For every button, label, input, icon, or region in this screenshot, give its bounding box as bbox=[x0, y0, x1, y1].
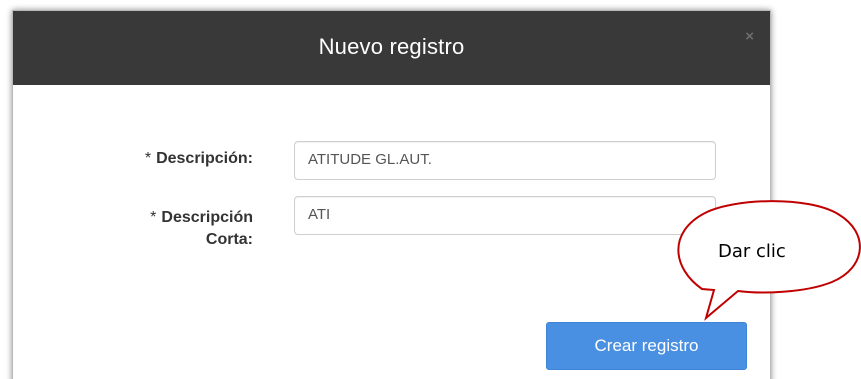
dialog-title: Nuevo registro bbox=[318, 34, 465, 59]
descripcion-corta-label-line1: * Descripción bbox=[150, 209, 253, 226]
callout-text: Dar clic bbox=[718, 241, 786, 262]
descripcion-label-text: Descripción: bbox=[156, 150, 253, 167]
descripcion-corta-label: * Descripción Corta: bbox=[73, 207, 253, 251]
descripcion-input[interactable]: ATITUDE GL.AUT. bbox=[294, 141, 716, 180]
descripcion-corta-label-line2: Corta: bbox=[205, 231, 253, 248]
close-icon[interactable]: × bbox=[745, 29, 754, 44]
dialog-header: Nuevo registro × bbox=[13, 11, 770, 85]
descripcion-corta-input[interactable]: ATI bbox=[294, 196, 716, 235]
descripcion-label: * Descripción: bbox=[73, 148, 253, 170]
new-record-dialog: Nuevo registro × * Descripción: ATITUDE G… bbox=[12, 10, 771, 379]
screenshot-stage: Nuevo registro × * Descripción: ATITUDE G… bbox=[0, 0, 861, 379]
create-record-button[interactable]: Crear registro bbox=[546, 322, 747, 370]
required-mark: * bbox=[150, 209, 157, 226]
required-mark: * bbox=[144, 150, 152, 167]
